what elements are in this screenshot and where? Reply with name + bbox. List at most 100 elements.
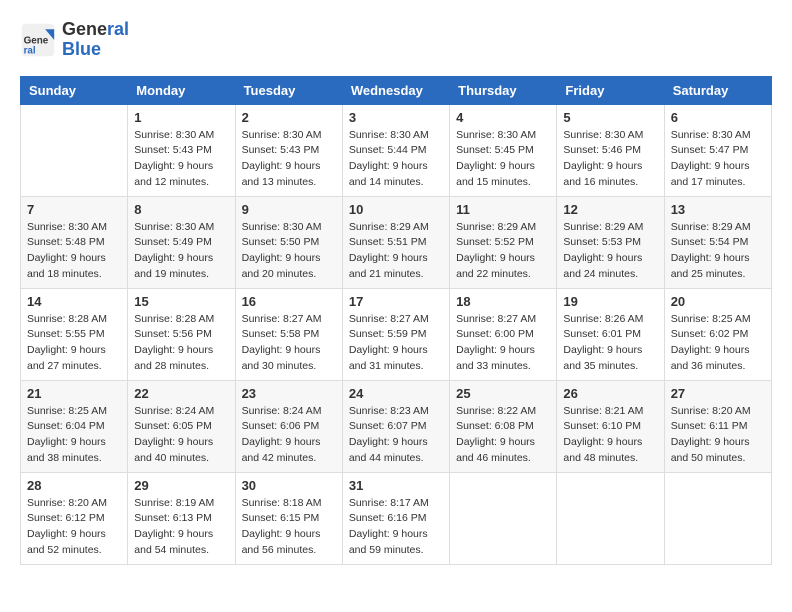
calendar-cell: 7 Sunrise: 8:30 AM Sunset: 5:48 PM Daylig… — [21, 196, 128, 288]
day-info: Sunrise: 8:20 AM Sunset: 6:11 PM Dayligh… — [671, 404, 765, 467]
page-header: Gene ral GeneralBlue — [20, 20, 772, 60]
day-number: 27 — [671, 386, 765, 401]
day-number: 12 — [563, 202, 657, 217]
day-info: Sunrise: 8:30 AM Sunset: 5:47 PM Dayligh… — [671, 128, 765, 191]
calendar-cell: 30 Sunrise: 8:18 AM Sunset: 6:15 PM Dayli… — [235, 472, 342, 564]
day-info: Sunrise: 8:26 AM Sunset: 6:01 PM Dayligh… — [563, 312, 657, 375]
day-number: 22 — [134, 386, 228, 401]
day-number: 24 — [349, 386, 443, 401]
weekday-header-wednesday: Wednesday — [342, 76, 449, 104]
weekday-header-tuesday: Tuesday — [235, 76, 342, 104]
day-info: Sunrise: 8:29 AM Sunset: 5:51 PM Dayligh… — [349, 220, 443, 283]
calendar-cell: 16 Sunrise: 8:27 AM Sunset: 5:58 PM Dayli… — [235, 288, 342, 380]
day-info: Sunrise: 8:28 AM Sunset: 5:56 PM Dayligh… — [134, 312, 228, 375]
weekday-header-friday: Friday — [557, 76, 664, 104]
weekday-header-monday: Monday — [128, 76, 235, 104]
day-info: Sunrise: 8:30 AM Sunset: 5:48 PM Dayligh… — [27, 220, 121, 283]
calendar-cell: 19 Sunrise: 8:26 AM Sunset: 6:01 PM Dayli… — [557, 288, 664, 380]
day-number: 18 — [456, 294, 550, 309]
calendar-cell: 18 Sunrise: 8:27 AM Sunset: 6:00 PM Dayli… — [450, 288, 557, 380]
day-number: 30 — [242, 478, 336, 493]
day-number: 14 — [27, 294, 121, 309]
day-number: 11 — [456, 202, 550, 217]
calendar-cell: 6Sunrise: 8:30 AM Sunset: 5:47 PM Daylig… — [664, 104, 771, 196]
day-info: Sunrise: 8:25 AM Sunset: 6:02 PM Dayligh… — [671, 312, 765, 375]
logo-icon: Gene ral — [20, 22, 56, 58]
calendar-cell — [557, 472, 664, 564]
day-number: 1 — [134, 110, 228, 125]
day-number: 23 — [242, 386, 336, 401]
calendar-cell: 31Sunrise: 8:17 AM Sunset: 6:16 PM Dayli… — [342, 472, 449, 564]
day-info: Sunrise: 8:30 AM Sunset: 5:45 PM Dayligh… — [456, 128, 550, 191]
day-info: Sunrise: 8:20 AM Sunset: 6:12 PM Dayligh… — [27, 496, 121, 559]
calendar-cell: 3 Sunrise: 8:30 AM Sunset: 5:44 PM Daylig… — [342, 104, 449, 196]
logo-general-text: General — [62, 20, 129, 40]
day-number: 10 — [349, 202, 443, 217]
calendar-cell: 1 Sunrise: 8:30 AM Sunset: 5:43 PM Daylig… — [128, 104, 235, 196]
day-number: 25 — [456, 386, 550, 401]
day-info: Sunrise: 8:21 AM Sunset: 6:10 PM Dayligh… — [563, 404, 657, 467]
day-number: 9 — [242, 202, 336, 217]
calendar-cell: 25Sunrise: 8:22 AM Sunset: 6:08 PM Dayli… — [450, 380, 557, 472]
day-info: Sunrise: 8:17 AM Sunset: 6:16 PM Dayligh… — [349, 496, 443, 559]
day-number: 19 — [563, 294, 657, 309]
day-number: 4 — [456, 110, 550, 125]
day-info: Sunrise: 8:25 AM Sunset: 6:04 PM Dayligh… — [27, 404, 121, 467]
calendar-cell — [21, 104, 128, 196]
day-info: Sunrise: 8:30 AM Sunset: 5:49 PM Dayligh… — [134, 220, 228, 283]
calendar-cell: 21Sunrise: 8:25 AM Sunset: 6:04 PM Dayli… — [21, 380, 128, 472]
day-info: Sunrise: 8:23 AM Sunset: 6:07 PM Dayligh… — [349, 404, 443, 467]
day-info: Sunrise: 8:24 AM Sunset: 6:06 PM Dayligh… — [242, 404, 336, 467]
calendar-cell: 22 Sunrise: 8:24 AM Sunset: 6:05 PM Dayli… — [128, 380, 235, 472]
day-info: Sunrise: 8:28 AM Sunset: 5:55 PM Dayligh… — [27, 312, 121, 375]
day-number: 3 — [349, 110, 443, 125]
day-info: Sunrise: 8:24 AM Sunset: 6:05 PM Dayligh… — [134, 404, 228, 467]
calendar-cell: 24 Sunrise: 8:23 AM Sunset: 6:07 PM Dayli… — [342, 380, 449, 472]
calendar-week-2: 7 Sunrise: 8:30 AM Sunset: 5:48 PM Daylig… — [21, 196, 772, 288]
calendar-cell: 14 Sunrise: 8:28 AM Sunset: 5:55 PM Dayli… — [21, 288, 128, 380]
calendar-week-5: 28Sunrise: 8:20 AM Sunset: 6:12 PM Dayli… — [21, 472, 772, 564]
calendar-cell: 13 Sunrise: 8:29 AM Sunset: 5:54 PM Dayli… — [664, 196, 771, 288]
day-info: Sunrise: 8:27 AM Sunset: 6:00 PM Dayligh… — [456, 312, 550, 375]
calendar-cell: 11 Sunrise: 8:29 AM Sunset: 5:52 PM Dayli… — [450, 196, 557, 288]
calendar-cell: 15 Sunrise: 8:28 AM Sunset: 5:56 PM Dayli… — [128, 288, 235, 380]
logo-text: GeneralBlue — [62, 20, 129, 60]
day-number: 7 — [27, 202, 121, 217]
day-info: Sunrise: 8:27 AM Sunset: 5:59 PM Dayligh… — [349, 312, 443, 375]
calendar-cell: 5Sunrise: 8:30 AM Sunset: 5:46 PM Daylig… — [557, 104, 664, 196]
day-info: Sunrise: 8:30 AM Sunset: 5:50 PM Dayligh… — [242, 220, 336, 283]
calendar-cell: 27 Sunrise: 8:20 AM Sunset: 6:11 PM Dayli… — [664, 380, 771, 472]
calendar-cell: 17Sunrise: 8:27 AM Sunset: 5:59 PM Dayli… — [342, 288, 449, 380]
day-number: 2 — [242, 110, 336, 125]
day-info: Sunrise: 8:30 AM Sunset: 5:44 PM Dayligh… — [349, 128, 443, 191]
calendar-cell: 10 Sunrise: 8:29 AM Sunset: 5:51 PM Dayli… — [342, 196, 449, 288]
calendar-cell — [450, 472, 557, 564]
day-number: 20 — [671, 294, 765, 309]
day-number: 16 — [242, 294, 336, 309]
calendar-header: SundayMondayTuesdayWednesdayThursdayFrid… — [21, 76, 772, 104]
day-info: Sunrise: 8:29 AM Sunset: 5:54 PM Dayligh… — [671, 220, 765, 283]
calendar-cell: 26Sunrise: 8:21 AM Sunset: 6:10 PM Dayli… — [557, 380, 664, 472]
logo-blue-text: Blue — [62, 39, 101, 59]
calendar-cell: 4 Sunrise: 8:30 AM Sunset: 5:45 PM Daylig… — [450, 104, 557, 196]
weekday-header-sunday: Sunday — [21, 76, 128, 104]
day-number: 15 — [134, 294, 228, 309]
day-info: Sunrise: 8:19 AM Sunset: 6:13 PM Dayligh… — [134, 496, 228, 559]
day-info: Sunrise: 8:29 AM Sunset: 5:52 PM Dayligh… — [456, 220, 550, 283]
day-info: Sunrise: 8:30 AM Sunset: 5:46 PM Dayligh… — [563, 128, 657, 191]
calendar-cell: 9 Sunrise: 8:30 AM Sunset: 5:50 PM Daylig… — [235, 196, 342, 288]
calendar-week-3: 14 Sunrise: 8:28 AM Sunset: 5:55 PM Dayli… — [21, 288, 772, 380]
calendar-cell — [664, 472, 771, 564]
day-info: Sunrise: 8:29 AM Sunset: 5:53 PM Dayligh… — [563, 220, 657, 283]
day-info: Sunrise: 8:18 AM Sunset: 6:15 PM Dayligh… — [242, 496, 336, 559]
day-number: 29 — [134, 478, 228, 493]
svg-text:ral: ral — [24, 45, 36, 56]
weekday-header-saturday: Saturday — [664, 76, 771, 104]
day-info: Sunrise: 8:27 AM Sunset: 5:58 PM Dayligh… — [242, 312, 336, 375]
calendar-cell: 23 Sunrise: 8:24 AM Sunset: 6:06 PM Dayli… — [235, 380, 342, 472]
day-number: 13 — [671, 202, 765, 217]
day-info: Sunrise: 8:30 AM Sunset: 5:43 PM Dayligh… — [134, 128, 228, 191]
calendar-week-4: 21Sunrise: 8:25 AM Sunset: 6:04 PM Dayli… — [21, 380, 772, 472]
day-number: 8 — [134, 202, 228, 217]
weekday-header-thursday: Thursday — [450, 76, 557, 104]
